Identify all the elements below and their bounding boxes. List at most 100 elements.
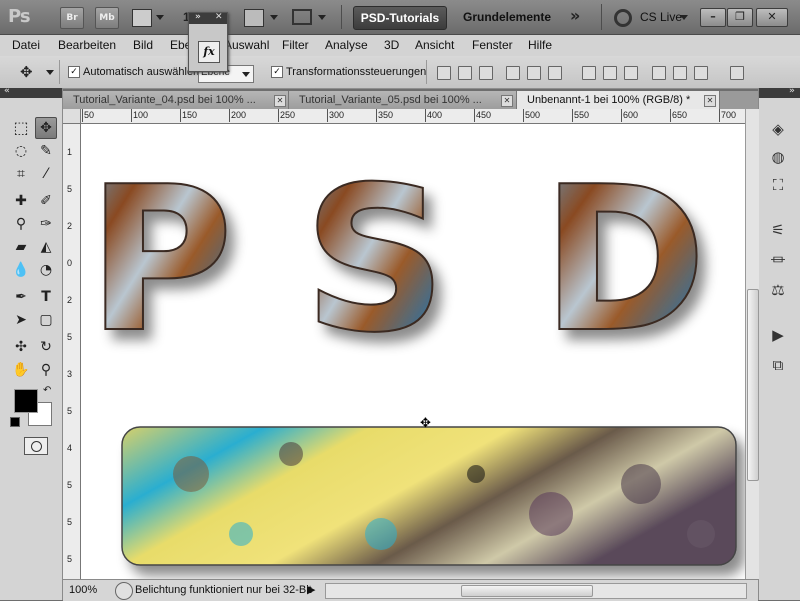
horizontal-scrollbar[interactable] xyxy=(325,583,747,599)
tab-close-icon[interactable]: ✕ xyxy=(274,95,286,107)
menu-fenster[interactable]: Fenster xyxy=(472,38,513,52)
distribute-top-icon[interactable] xyxy=(582,66,596,80)
chevron-down-icon[interactable] xyxy=(156,15,164,20)
pen-icon[interactable]: ✒ xyxy=(10,286,32,308)
chevron-down-icon[interactable] xyxy=(46,70,54,75)
workspace-grundelemente-button[interactable]: Grundelemente xyxy=(463,10,551,24)
menu-hilfe[interactable]: Hilfe xyxy=(528,38,552,52)
align-top-icon[interactable] xyxy=(437,66,451,80)
tab-tutorial-variante-04[interactable]: Tutorial_Variante_04.psd bei 100% ... xyxy=(63,91,289,109)
fx-icon[interactable]: fx xyxy=(198,41,220,63)
restore-button[interactable]: ❐ xyxy=(727,8,753,27)
tab-close-icon[interactable]: ✕ xyxy=(501,95,513,107)
menu-bild[interactable]: Bild xyxy=(133,38,153,52)
distribute-bottom-icon[interactable] xyxy=(624,66,638,80)
crop-icon[interactable]: ⌗ xyxy=(10,163,32,185)
expand-icon[interactable]: « xyxy=(4,86,10,96)
vertical-scrollbar[interactable] xyxy=(745,109,759,579)
healing-brush-icon[interactable]: ✚ xyxy=(10,190,32,212)
tab-tutorial-variante-05[interactable]: Tutorial_Variante_05.psd bei 100% ... xyxy=(289,91,517,109)
bridge-button[interactable]: Br xyxy=(60,7,84,29)
more-workspaces-icon[interactable]: » xyxy=(570,6,580,25)
eyedropper-icon[interactable]: ⁄ xyxy=(35,163,57,185)
adjustments-icon[interactable]: ⚟ xyxy=(767,219,789,241)
chevron-down-icon[interactable] xyxy=(318,15,326,20)
history-brush-icon[interactable]: ✑ xyxy=(35,213,57,235)
scrollbar-thumb[interactable] xyxy=(461,585,593,597)
brush-icon[interactable]: ✐ xyxy=(35,190,57,212)
workspace-psd-tutorials-button[interactable]: PSD-Tutorials xyxy=(353,6,447,30)
zoom-icon[interactable]: ⚲ xyxy=(35,359,57,381)
ruler-origin[interactable] xyxy=(63,109,81,124)
collapse-icon[interactable]: » xyxy=(195,12,201,22)
panel-header[interactable]: » ✕ xyxy=(189,12,227,24)
actions-icon[interactable]: ▶ xyxy=(767,324,789,346)
clone-source-icon[interactable]: ⚖ xyxy=(767,279,789,301)
menu-ansicht[interactable]: Ansicht xyxy=(415,38,454,52)
vertical-ruler[interactable]: 1 5 2 0 2 5 3 5 4 5 5 5 xyxy=(63,109,81,579)
clone-stamp-icon[interactable]: ⚲ xyxy=(10,213,32,235)
distribute-left-icon[interactable] xyxy=(652,66,666,80)
cs-live-menu[interactable]: CS Live xyxy=(640,10,682,24)
scrollbar-thumb[interactable] xyxy=(747,289,759,481)
layers-icon[interactable]: ◈ xyxy=(767,118,789,140)
tool-presets-icon[interactable]: ⏛ xyxy=(767,249,789,271)
quick-mask-icon[interactable] xyxy=(24,437,48,455)
rectangle-shape-icon[interactable]: ▢ xyxy=(35,309,57,331)
quick-selection-icon[interactable]: ✎ xyxy=(35,140,57,162)
view-extras-icon[interactable] xyxy=(132,9,152,27)
align-left-icon[interactable] xyxy=(506,66,520,80)
align-bottom-icon[interactable] xyxy=(479,66,493,80)
menu-analyse[interactable]: Analyse xyxy=(325,38,368,52)
hand-icon[interactable]: ✋ xyxy=(10,359,32,381)
lasso-icon[interactable]: ◌ xyxy=(10,140,32,162)
auto-align-layers-icon[interactable] xyxy=(730,66,744,80)
move-tool-preset-icon[interactable]: ✥ xyxy=(20,63,33,81)
rectangular-marquee-icon[interactable]: ⬚ xyxy=(10,117,32,139)
screen-mode-icon[interactable] xyxy=(292,9,312,25)
collapse-icon[interactable]: » xyxy=(789,86,795,96)
chevron-down-icon[interactable] xyxy=(680,15,688,20)
blur-icon[interactable]: 💧 xyxy=(10,259,32,281)
3d-orbit-icon[interactable]: ↻ xyxy=(35,336,57,358)
paths-icon[interactable]: ⛶ xyxy=(767,174,789,196)
menu-filter[interactable]: Filter xyxy=(282,38,309,52)
align-right-icon[interactable] xyxy=(548,66,562,80)
align-vertical-center-icon[interactable] xyxy=(458,66,472,80)
tab-close-icon[interactable]: ✕ xyxy=(704,95,716,107)
dodge-icon[interactable]: ◔ xyxy=(35,259,57,281)
menu-auswahl[interactable]: Auswahl xyxy=(224,38,269,52)
status-info-icon[interactable] xyxy=(115,582,133,600)
menu-bearbeiten[interactable]: Bearbeiten xyxy=(58,38,116,52)
eraser-icon[interactable]: ▰ xyxy=(10,236,32,258)
history-icon[interactable]: ⧉ xyxy=(767,354,789,376)
distribute-right-icon[interactable] xyxy=(694,66,708,80)
channels-icon[interactable]: ◍ xyxy=(767,146,789,168)
arrange-documents-icon[interactable] xyxy=(244,9,264,27)
cs-live-icon[interactable] xyxy=(614,9,632,27)
status-menu-arrow[interactable]: ▶ xyxy=(307,583,315,596)
align-horizontal-center-icon[interactable] xyxy=(527,66,541,80)
mini-bridge-button[interactable]: Mb xyxy=(95,7,119,29)
type-icon[interactable]: T xyxy=(35,286,57,308)
chevron-down-icon[interactable] xyxy=(270,15,278,20)
default-colors-icon[interactable] xyxy=(10,417,20,427)
close-icon[interactable]: ✕ xyxy=(215,12,223,22)
move-tool-icon[interactable]: ✥ xyxy=(35,117,57,139)
document-canvas[interactable]: P S D ✥ xyxy=(81,124,745,579)
menu-3d[interactable]: 3D xyxy=(384,38,399,52)
auto-select-checkbox[interactable]: ✓ xyxy=(68,66,80,78)
tab-unbenannt-1[interactable]: Unbenannt-1 bei 100% (RGB/8) * xyxy=(517,91,720,109)
panel-header[interactable]: » xyxy=(759,86,800,98)
swap-colors-icon[interactable]: ↶ xyxy=(43,385,51,396)
paint-bucket-icon[interactable]: ◭ xyxy=(35,236,57,258)
horizontal-ruler[interactable]: 50 100 150 200 250 300 350 400 450 500 550 600 650 70… xyxy=(80,109,745,124)
menu-datei[interactable]: Datei xyxy=(12,38,40,52)
3d-rotate-icon[interactable]: ✣ xyxy=(10,336,32,358)
close-window-button[interactable]: ✕ xyxy=(756,8,788,27)
transform-controls-checkbox[interactable]: ✓ xyxy=(271,66,283,78)
distribute-vertical-center-icon[interactable] xyxy=(603,66,617,80)
panel-header[interactable]: « xyxy=(0,86,62,98)
distribute-horizontal-center-icon[interactable] xyxy=(673,66,687,80)
minimize-button[interactable]: – xyxy=(700,8,726,27)
